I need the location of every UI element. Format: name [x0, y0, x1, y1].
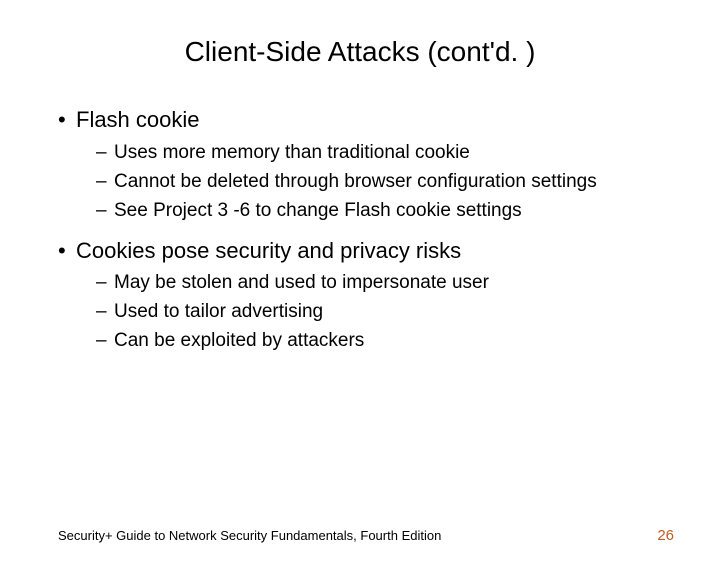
sub-bullets: May be stolen and used to impersonate us… [58, 270, 662, 353]
bullet-level2: Can be exploited by attackers [96, 328, 662, 353]
bullet-level1: Flash cookie [58, 106, 662, 134]
bullet-level2: Used to tailor advertising [96, 299, 662, 324]
bullet-text: Cookies pose security and privacy risks [76, 238, 461, 263]
bullet-text: Flash cookie [76, 107, 200, 132]
bullet-text: See Project 3 -6 to change Flash cookie … [114, 200, 522, 221]
slide-title: Client-Side Attacks (cont'd. ) [0, 36, 720, 68]
bullet-level2: Uses more memory than traditional cookie [96, 140, 662, 165]
bullet-text: Uses more memory than traditional cookie [114, 142, 470, 163]
footer-text: Security+ Guide to Network Security Fund… [58, 528, 441, 543]
footer: Security+ Guide to Network Security Fund… [58, 527, 674, 544]
bullet-text: May be stolen and used to impersonate us… [114, 272, 489, 293]
bullet-text: Used to tailor advertising [114, 301, 323, 322]
sub-bullets: Uses more memory than traditional cookie… [58, 140, 662, 223]
bullet-level2: May be stolen and used to impersonate us… [96, 270, 662, 295]
bullet-level2: Cannot be deleted through browser config… [96, 169, 662, 194]
bullet-list: Flash cookie Uses more memory than tradi… [58, 106, 662, 353]
bullet-level1: Cookies pose security and privacy risks [58, 237, 662, 265]
bullet-text: Cannot be deleted through browser config… [114, 171, 597, 192]
page-number: 26 [657, 527, 674, 544]
bullet-text: Can be exploited by attackers [114, 330, 364, 351]
bullet-level2: See Project 3 -6 to change Flash cookie … [96, 198, 662, 223]
content: Flash cookie Uses more memory than tradi… [0, 106, 720, 353]
slide: Client-Side Attacks (cont'd. ) Flash coo… [0, 36, 720, 576]
